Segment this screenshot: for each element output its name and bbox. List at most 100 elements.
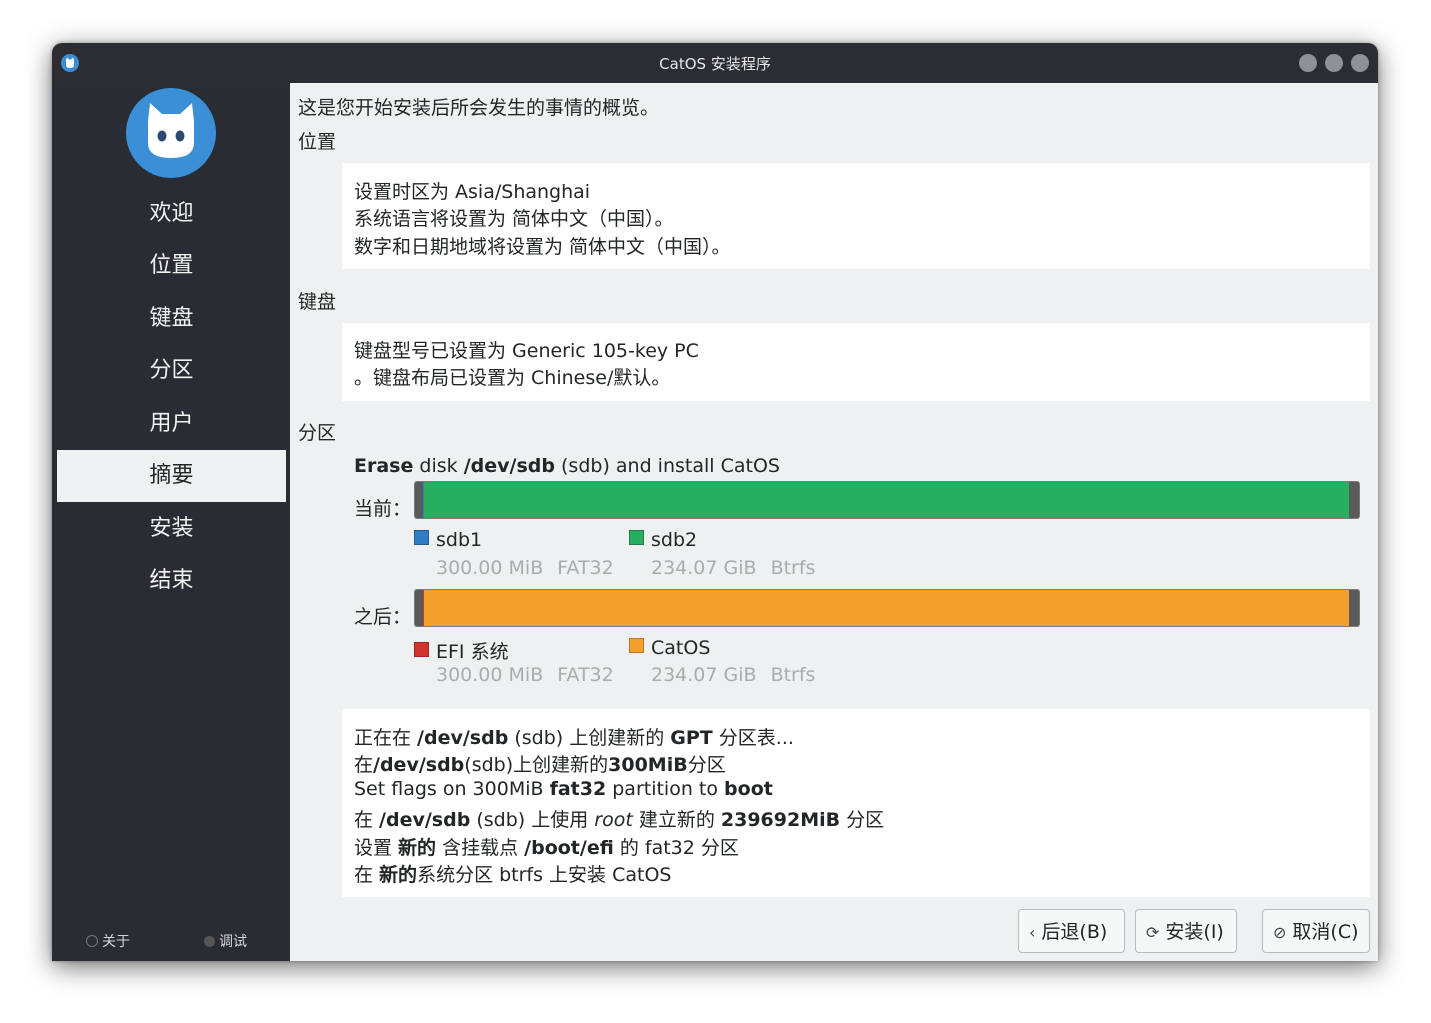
legend-efi: EFI 系统 — [414, 637, 509, 664]
job-bold: 新的 — [379, 864, 418, 886]
keyboard-layout-line: 。键盘布局已设置为 Chinese/默认。 — [354, 367, 671, 389]
about-button[interactable]: 关于 — [86, 931, 130, 951]
job-bold: /boot/efi — [524, 837, 614, 859]
close-button[interactable] — [1351, 54, 1369, 72]
current-partition-bar — [414, 481, 1360, 519]
job-text: 分区 — [687, 754, 726, 776]
job-line: 正在在 /dev/sdb (sdb) 上创建新的 GPT 分区表... — [354, 723, 794, 750]
title-text-1: disk — [413, 455, 464, 477]
debug-button[interactable]: 调试 — [204, 931, 247, 951]
job-text: 在 — [354, 809, 380, 831]
sdb2-details: 234.07 GiB Btrfs — [651, 557, 829, 579]
job-text: 建立新的 — [632, 809, 721, 831]
job-text: 含挂载点 — [436, 837, 525, 859]
sdb1-fs: FAT32 — [557, 557, 614, 579]
language-line: 系统语言将设置为 简体中文（中国）。 — [354, 208, 674, 230]
sdb2-fs: Btrfs — [770, 557, 816, 579]
efi-size: 300.00 MiB — [436, 664, 544, 686]
legend-sdb1: sdb1 — [414, 529, 482, 551]
sidebar-item-users: 用户 — [149, 411, 194, 436]
legend-catos: CatOS — [629, 637, 710, 659]
cancel-icon: ⊘ — [1273, 923, 1287, 942]
efi-name: EFI 系统 — [436, 641, 509, 663]
disk-path: /dev/sdb — [463, 455, 555, 477]
location-heading: 位置 — [298, 131, 337, 153]
sidebar-item-summary: 摘要 — [57, 450, 286, 502]
summary-page: 这是您开始安装后所会发生的事情的概览。 位置 设置时区为 Asia/Shangh… — [290, 83, 1378, 961]
back-button[interactable]: ‹ 后退(B) — [1018, 909, 1125, 953]
sidebar-item-install: 安装 — [149, 516, 194, 541]
job-text: 的 fat32 分区 — [613, 837, 739, 859]
keyboard-model-line: 键盘型号已设置为 Generic 105-key PC — [354, 340, 699, 362]
job-bold: /dev/sdb — [373, 754, 465, 776]
sdb1-swatch — [414, 530, 429, 545]
current-label: 当前： — [354, 498, 412, 520]
sdb2-size: 234.07 GiB — [651, 557, 757, 579]
job-line: 设置 新的 含挂载点 /boot/efi 的 fat32 分区 — [354, 833, 739, 860]
info-icon — [86, 935, 98, 947]
bug-icon — [204, 936, 215, 947]
job-line: 在/dev/sdb(sdb)上创建新的300MiB分区 — [354, 750, 726, 777]
job-line: 在 新的系统分区 btrfs 上安装 CatOS — [354, 860, 671, 887]
sdb1-size: 300.00 MiB — [436, 557, 544, 579]
install-label: 安装(I) — [1165, 921, 1224, 943]
sdb1-name: sdb1 — [436, 529, 483, 551]
title-bar: CatOS 安装程序 — [52, 43, 1378, 83]
after-label: 之后： — [354, 606, 412, 628]
cancel-label: 取消(C) — [1292, 921, 1359, 943]
job-text: (sdb) 上使用 — [470, 809, 595, 831]
title-text-2: (sdb) and install CatOS — [554, 455, 780, 477]
catos-size: 234.07 GiB — [651, 664, 757, 686]
location-panel: 设置时区为 Asia/Shanghai 系统语言将设置为 简体中文（中国）。 数… — [342, 163, 1370, 269]
partition-heading: 分区 — [298, 422, 337, 444]
job-text: (sdb) 上创建新的 — [508, 727, 671, 749]
efi-swatch — [414, 642, 429, 657]
sdb1-details: 300.00 MiB FAT32 — [436, 557, 628, 579]
erase-word: Erase — [354, 455, 414, 477]
sidebar-item-finish: 结束 — [149, 568, 194, 593]
job-text: 在 — [354, 754, 374, 776]
job-text: 系统分区 btrfs 上安装 CatOS — [417, 864, 672, 886]
catos-logo — [126, 88, 216, 178]
job-text: 在 — [354, 864, 380, 886]
catos-name: CatOS — [651, 637, 711, 659]
install-button[interactable]: ⟳ 安装(I) — [1135, 909, 1237, 953]
catos-fs: Btrfs — [770, 664, 816, 686]
window-title: CatOS 安装程序 — [659, 55, 771, 73]
timezone-line: 设置时区为 Asia/Shanghai — [354, 181, 591, 203]
legend-sdb2: sdb2 — [629, 529, 697, 551]
minimize-button[interactable] — [1299, 54, 1317, 72]
job-line: 在 /dev/sdb (sdb) 上使用 root 建立新的 239692MiB… — [354, 805, 884, 832]
install-icon: ⟳ — [1146, 923, 1160, 942]
sidebar-item-welcome: 欢迎 — [149, 201, 194, 226]
job-text: 分区 — [840, 809, 885, 831]
installer-window: CatOS 安装程序 欢迎 位置 键盘 分区 用户 摘要 安装 结束 关于 调试 — [52, 43, 1378, 961]
job-bold: /dev/sdb — [379, 809, 471, 831]
sidebar: 欢迎 位置 键盘 分区 用户 摘要 安装 结束 关于 调试 — [52, 83, 290, 961]
job-text: Set flags on 300MiB — [354, 778, 550, 800]
chevron-left-icon: ‹ — [1029, 923, 1036, 942]
job-bold: fat32 — [549, 778, 607, 800]
efi-details: 300.00 MiB FAT32 — [436, 664, 628, 686]
sidebar-item-location: 位置 — [149, 253, 194, 278]
partition-jobs-panel: 正在在 /dev/sdb (sdb) 上创建新的 GPT 分区表... 在/de… — [342, 709, 1370, 897]
about-label: 关于 — [102, 934, 130, 950]
locale-line: 数字和日期地域将设置为 简体中文（中国）。 — [354, 236, 731, 258]
job-bold: 300MiB — [608, 754, 688, 776]
job-text: 分区表... — [712, 727, 794, 749]
catos-details: 234.07 GiB Btrfs — [651, 664, 829, 686]
back-label: 后退(B) — [1041, 921, 1108, 943]
keyboard-panel: 键盘型号已设置为 Generic 105-key PC 。键盘布局已设置为 Ch… — [342, 323, 1370, 401]
job-bold: 239692MiB — [720, 809, 841, 831]
keyboard-heading: 键盘 — [298, 291, 337, 313]
job-text: 设置 — [354, 837, 399, 859]
maximize-button[interactable] — [1325, 54, 1343, 72]
summary-intro: 这是您开始安装后所会发生的事情的概览。 — [298, 97, 660, 119]
job-bold: 新的 — [398, 837, 437, 859]
partition-segment — [424, 590, 1349, 626]
sidebar-item-keyboard: 键盘 — [149, 306, 194, 331]
job-line: Set flags on 300MiB fat32 partition to b… — [354, 778, 773, 800]
partition-segment — [424, 482, 1349, 518]
cancel-button[interactable]: ⊘ 取消(C) — [1262, 909, 1370, 953]
job-bold: GPT — [670, 727, 713, 749]
